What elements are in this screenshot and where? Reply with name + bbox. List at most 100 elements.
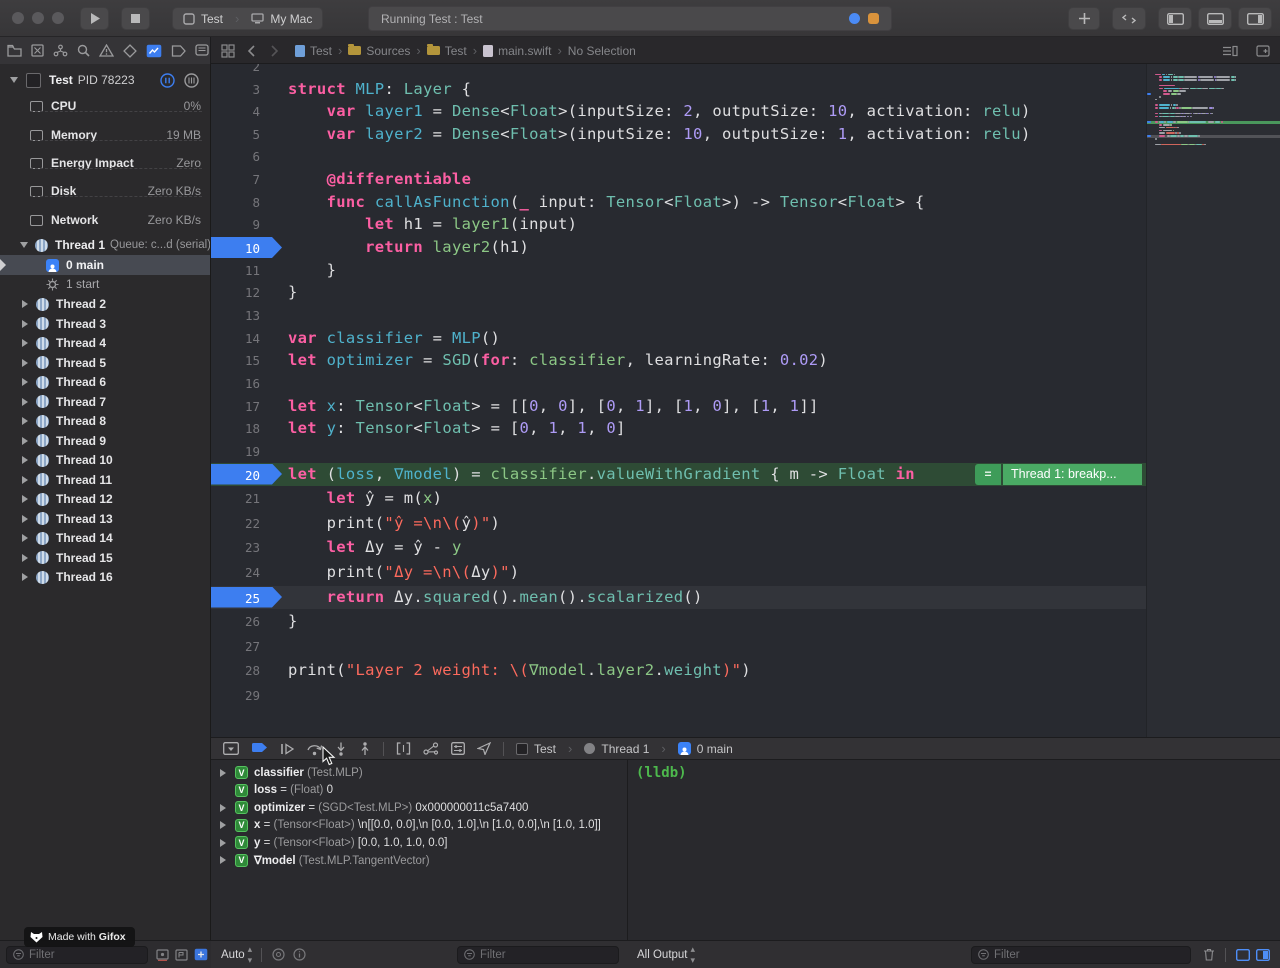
disclosure-triangle[interactable] (22, 573, 28, 581)
stop-button[interactable] (121, 7, 150, 30)
line-number[interactable]: 20 (211, 464, 264, 487)
code-line-20[interactable]: 20let (loss, ∇model) = classifier.valueW… (211, 463, 1146, 486)
thread-row[interactable]: Thread 5 (0, 353, 211, 373)
debug-view-hierarchy-icon[interactable] (396, 742, 411, 755)
find-navigator-icon[interactable] (77, 44, 90, 57)
debug-jump-thread[interactable]: Thread 1 (601, 742, 649, 756)
thread-row[interactable]: Thread 3 (0, 314, 211, 334)
debug-memory-graph-icon[interactable] (423, 742, 439, 755)
variables-scope-select[interactable]: Auto▴▾ (221, 944, 251, 966)
issue-status-icon[interactable] (868, 13, 879, 24)
line-number[interactable]: 18 (211, 417, 264, 440)
code-line-23[interactable]: 23 let Δy = ŷ - y (211, 536, 1146, 559)
breadcrumb-target[interactable]: Test (427, 44, 467, 58)
test-navigator-icon[interactable] (123, 44, 137, 58)
variable-row-∇model[interactable]: V∇model (Test.MLP.TangentVector) (211, 852, 627, 869)
code-line-6[interactable]: 6 (211, 145, 1146, 168)
process-row[interactable]: TestPID 78223 (0, 70, 211, 90)
line-number[interactable]: 6 (211, 145, 264, 168)
run-button[interactable] (80, 7, 109, 30)
thread-row[interactable]: Thread 10 (0, 450, 211, 470)
disclosure-triangle[interactable] (22, 378, 28, 386)
step-over-icon[interactable] (306, 742, 323, 756)
line-number[interactable]: 16 (211, 372, 264, 395)
line-number[interactable]: 23 (211, 536, 264, 559)
thread-row[interactable]: Thread 8 (0, 411, 211, 431)
line-number[interactable]: 29 (211, 684, 264, 707)
code-line-14[interactable]: 14var classifier = MLP() (211, 327, 1146, 350)
breakpoint-marker[interactable]: 10 (211, 237, 283, 258)
disclosure-triangle[interactable] (220, 769, 226, 777)
toggle-debug-area-button[interactable] (1198, 7, 1232, 30)
add-editor-icon[interactable] (1256, 45, 1270, 57)
code-line-15[interactable]: 15let optimizer = SGD(for: classifier, l… (211, 349, 1146, 372)
line-number[interactable]: 24 (211, 561, 264, 584)
code-line-21[interactable]: 21 let ŷ = m(x) (211, 487, 1146, 510)
line-number[interactable]: 22 (211, 512, 264, 535)
line-number[interactable]: 4 (211, 100, 264, 123)
disclosure-triangle[interactable] (22, 476, 28, 484)
disclosure-triangle[interactable] (20, 242, 28, 248)
line-number[interactable]: 10 (211, 237, 264, 260)
disclosure-triangle[interactable] (220, 856, 226, 864)
code-line-13[interactable]: 13 (211, 304, 1146, 327)
disclosure-triangle[interactable] (22, 359, 28, 367)
breakpoints-toggle-icon[interactable] (251, 743, 268, 754)
variable-row-loss[interactable]: Vloss = (Float) 0 (211, 782, 627, 799)
variable-row-optimizer[interactable]: Voptimizer = (SGD<Test.MLP>) 0x000000011… (211, 799, 627, 816)
disclosure-triangle[interactable] (22, 300, 28, 308)
disclosure-triangle[interactable] (22, 437, 28, 445)
filter-view-mode-icon[interactable] (194, 948, 208, 961)
code-line-25[interactable]: 25 return Δy.squared().mean().scalarized… (211, 586, 1146, 609)
variables-view[interactable]: Vclassifier (Test.MLP)Vloss = (Float) 0V… (211, 760, 627, 940)
line-number[interactable]: 2 (211, 64, 264, 78)
disclosure-triangle[interactable] (22, 515, 28, 523)
line-number[interactable]: 21 (211, 487, 264, 510)
code-line-9[interactable]: 9 let h1 = layer1(input) (211, 213, 1146, 236)
scheme-selector[interactable]: Test › My Mac (172, 7, 323, 30)
variable-row-y[interactable]: Vy = (Tensor<Float>) [0.0, 1.0, 1.0, 0.0… (211, 834, 627, 851)
thread-row[interactable]: Thread 2 (0, 294, 211, 314)
code-line-12[interactable]: 12} (211, 281, 1146, 304)
toggle-variables-pane-icon[interactable] (1236, 949, 1250, 961)
clear-console-icon[interactable] (1203, 948, 1215, 961)
code-line-18[interactable]: 18let y: Tensor<Float> = [0, 1, 1, 0] (211, 417, 1146, 440)
step-out-icon[interactable] (359, 742, 371, 756)
line-number[interactable]: 17 (211, 395, 264, 418)
go-forward-icon[interactable] (270, 45, 279, 57)
disclosure-triangle[interactable] (22, 534, 28, 542)
code-line-27[interactable]: 27 (211, 635, 1146, 658)
gauge-row-cpu[interactable]: CPU0% (0, 96, 211, 116)
disclosure-triangle[interactable] (10, 77, 18, 83)
code-line-11[interactable]: 11 } (211, 259, 1146, 282)
debug-jump-frame[interactable]: 0 main (697, 742, 733, 756)
code-line-10[interactable]: 10 return layer2(h1) (211, 236, 1146, 259)
disclosure-triangle[interactable] (220, 821, 226, 829)
minimize-window-icon[interactable] (32, 12, 44, 24)
issue-navigator-icon[interactable] (99, 44, 114, 57)
variable-row-classifier[interactable]: Vclassifier (Test.MLP) (211, 764, 627, 781)
line-number[interactable]: 12 (211, 281, 264, 304)
breakpoint-annotation[interactable]: =Thread 1: breakp... (975, 464, 1142, 485)
code-line-16[interactable]: 16 (211, 372, 1146, 395)
disclosure-triangle[interactable] (22, 339, 28, 347)
breadcrumb-file[interactable]: main.swift (483, 44, 551, 58)
symbol-navigator-icon[interactable] (53, 44, 68, 57)
thread-row[interactable]: Thread 4 (0, 333, 211, 353)
toggle-inspector-button[interactable] (1238, 7, 1272, 30)
quicklook-info-icon[interactable] (293, 948, 306, 961)
filter-flagged-icon[interactable] (175, 949, 188, 961)
disclosure-triangle[interactable] (220, 839, 226, 847)
thread-row[interactable]: Thread 16 (0, 567, 211, 587)
code-line-2[interactable]: 2 (211, 64, 1146, 78)
source-control-navigator-icon[interactable] (31, 44, 44, 57)
report-navigator-icon[interactable] (195, 44, 209, 57)
line-number[interactable]: 5 (211, 123, 264, 146)
thread-row[interactable]: Thread 13 (0, 509, 211, 529)
disclosure-triangle[interactable] (220, 804, 226, 812)
breakpoint-marker[interactable]: 20 (211, 464, 283, 485)
go-back-icon[interactable] (247, 45, 256, 57)
frame-row-start[interactable]: 1 start (0, 274, 211, 294)
code-line-17[interactable]: 17let x: Tensor<Float> = [[0, 0], [0, 1]… (211, 395, 1146, 418)
thread-row[interactable]: Thread 11 (0, 470, 211, 490)
